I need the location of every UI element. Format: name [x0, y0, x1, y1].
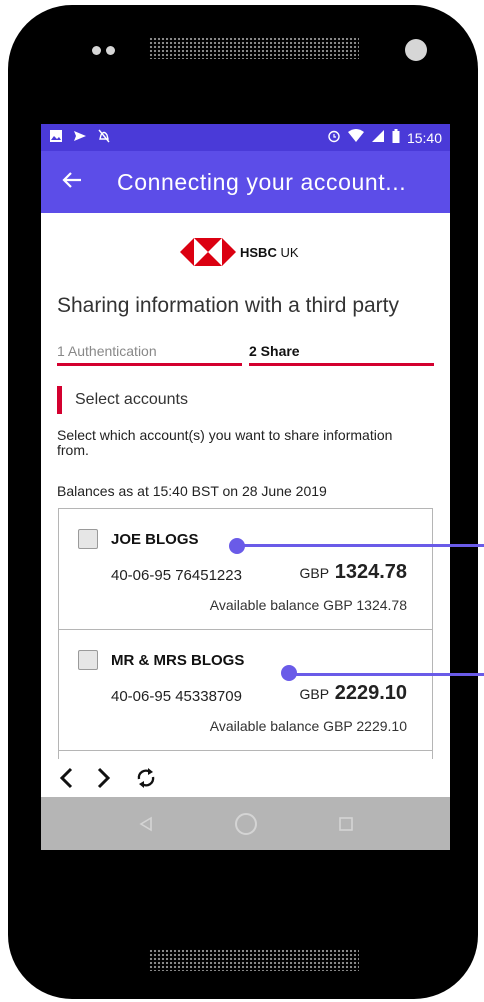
instruction-text: Select which account(s) you want to shar… — [57, 427, 393, 458]
sensor-dots — [92, 46, 115, 55]
annotation-line — [291, 673, 484, 676]
account-balance: GBP 2229.10 — [299, 682, 408, 704]
hsbc-logo: HSBC UK — [180, 238, 299, 266]
front-camera — [405, 39, 427, 61]
account-row[interactable]: JOE BLOGS 40-06-95 76451223 GBP 1324.78 … — [59, 509, 432, 630]
phone-screen: 15:40 Connecting your account... HSBC UK… — [41, 124, 450, 850]
webview-content: HSBC UK Sharing information with a third… — [41, 213, 450, 759]
account-name: MR & MRS BLOGS — [111, 652, 245, 669]
account-checkbox[interactable] — [78, 650, 98, 670]
app-bar-title: Connecting your account... — [117, 168, 407, 195]
chevron-left-icon[interactable] — [59, 767, 73, 789]
do-not-disturb-icon — [97, 129, 111, 146]
step-authentication-underline — [57, 363, 242, 366]
section-title: Select accounts — [75, 391, 188, 408]
balances-timestamp: Balances as at 15:40 BST on 28 June 2019 — [57, 483, 327, 499]
annotation-line — [244, 544, 484, 547]
signal-icon — [371, 129, 385, 146]
chevron-right-icon[interactable] — [97, 767, 111, 789]
account-checkbox[interactable] — [78, 529, 98, 549]
status-bar: 15:40 — [41, 124, 450, 151]
status-time: 15:40 — [406, 129, 442, 146]
back-triangle-icon[interactable] — [138, 816, 154, 832]
step-indicator: 1 Authentication 2 Share — [57, 343, 434, 367]
system-navigation-bar — [41, 797, 450, 850]
account-balance: GBP 1324.78 — [299, 561, 408, 583]
back-arrow-icon[interactable] — [41, 168, 103, 196]
send-icon — [73, 129, 87, 146]
step-share: 2 Share — [249, 343, 300, 359]
image-icon — [49, 129, 63, 146]
home-circle-icon[interactable] — [234, 812, 258, 836]
available-balance: Available balance GBP 2229.10 — [209, 718, 407, 734]
annotation-dot — [281, 665, 297, 681]
earpiece-grille — [149, 37, 359, 59]
account-row[interactable]: MR & MRS BLOGS 40-06-95 45338709 GBP 222… — [59, 630, 432, 751]
brand-name: HSBC UK — [240, 244, 299, 260]
alarm-icon — [327, 129, 341, 146]
step-share-underline — [249, 363, 434, 366]
hsbc-hexagon-icon — [180, 238, 236, 266]
refresh-icon[interactable] — [135, 766, 157, 790]
section-marker — [57, 386, 62, 414]
browser-nav-bar — [41, 759, 450, 797]
wifi-icon — [347, 129, 364, 146]
available-balance: Available balance GBP 1324.78 — [209, 597, 407, 613]
annotation-dot — [229, 538, 245, 554]
account-number: 40-06-95 76451223 — [111, 567, 242, 584]
account-number: 40-06-95 45338709 — [111, 688, 242, 705]
account-name: JOE BLOGS — [111, 531, 199, 548]
section-header: Select accounts — [57, 386, 188, 414]
battery-icon — [392, 129, 400, 146]
app-bar: Connecting your account... — [41, 151, 450, 213]
recents-square-icon[interactable] — [338, 816, 354, 832]
speaker-grille — [149, 949, 359, 971]
page-heading: Sharing information with a third party — [57, 294, 399, 317]
step-authentication: 1 Authentication — [57, 343, 157, 359]
